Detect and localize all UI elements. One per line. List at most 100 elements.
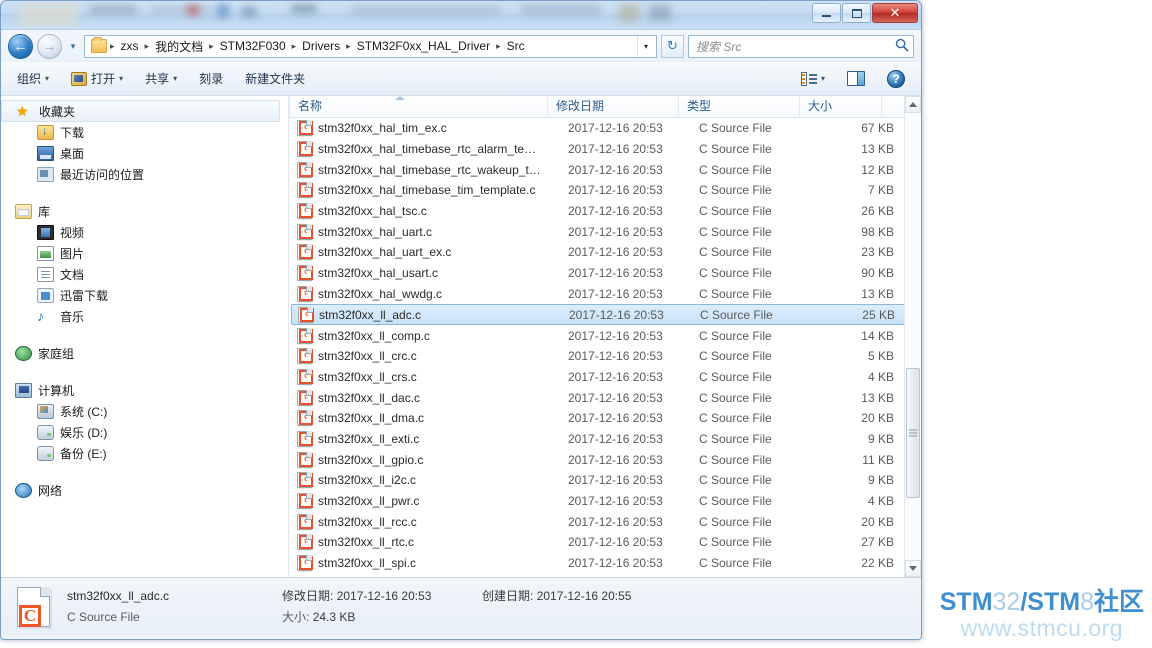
vertical-scrollbar[interactable] bbox=[904, 96, 921, 577]
network-icon bbox=[15, 483, 32, 498]
table-row[interactable]: stm32f0xx_hal_wwdg.c 2017-12-16 20:53 C So… bbox=[289, 284, 921, 305]
preview-pane-button[interactable] bbox=[837, 66, 875, 91]
details-row-2: C Source File 大小: 24.3 KB bbox=[67, 607, 631, 628]
downloads-icon bbox=[37, 125, 54, 140]
scrollbar-thumb[interactable] bbox=[906, 368, 920, 498]
column-header-size[interactable]: 大小 bbox=[799, 95, 881, 117]
details-text: stm32f0xx_ll_adc.c 修改日期: 2017-12-16 20:5… bbox=[67, 586, 631, 628]
new-folder-button[interactable]: 新建文件夹 bbox=[235, 65, 315, 92]
organize-button[interactable]: 组织 ▾ bbox=[7, 65, 59, 92]
table-row[interactable]: stm32f0xx_ll_comp.c 2017-12-16 20:53 C Sou… bbox=[289, 325, 921, 346]
cell-file-type: C Source File bbox=[699, 286, 772, 301]
minimize-button[interactable] bbox=[812, 3, 841, 23]
sidebar-item-pictures[interactable]: 图片 bbox=[1, 243, 288, 264]
cell-file-type: C Source File bbox=[699, 245, 772, 260]
address-dropdown-button[interactable]: ▾ bbox=[637, 35, 654, 57]
cell-file-size: 13 KB bbox=[861, 286, 894, 301]
title-bar[interactable]: ✕ bbox=[1, 1, 921, 30]
view-icon-line-1 bbox=[808, 73, 817, 76]
breadcrumb-item-1[interactable]: 我的文档 bbox=[150, 36, 208, 57]
recent-pages-button[interactable]: ▾ bbox=[66, 41, 80, 52]
title-blur-1 bbox=[19, 3, 77, 27]
c-source-file-icon bbox=[297, 223, 313, 240]
table-row[interactable]: stm32f0xx_hal_timebase_rtc_wakeup_t… 2017… bbox=[289, 159, 921, 180]
table-row[interactable]: stm32f0xx_ll_crc.c 2017-12-16 20:53 C Sour… bbox=[289, 346, 921, 367]
address-bar[interactable]: ▸ zxs ▸ 我的文档 ▸ STM32F030 ▸ Drivers ▸ STM… bbox=[84, 34, 657, 58]
sidebar-item-documents[interactable]: 文档 bbox=[1, 264, 288, 285]
table-row[interactable]: stm32f0xx_ll_rtc.c 2017-12-16 20:53 C Sour… bbox=[289, 532, 921, 553]
table-row[interactable]: stm32f0xx_ll_dma.c 2017-12-16 20:53 C Sour… bbox=[289, 408, 921, 429]
folder-icon bbox=[91, 37, 107, 53]
sidebar-group-libraries[interactable]: 库 bbox=[1, 201, 288, 222]
share-label: 共享 bbox=[145, 72, 170, 86]
sidebar-item-downloads[interactable]: 下载 bbox=[1, 122, 288, 143]
sidebar-item-thunder-download[interactable]: 迅雷下载 bbox=[1, 285, 288, 306]
column-header-name[interactable]: 名称 bbox=[289, 95, 547, 117]
sidebar-group-label: 库 bbox=[38, 205, 51, 219]
table-row[interactable]: stm32f0xx_hal_timebase_rtc_alarm_te… 2017… bbox=[289, 139, 921, 160]
star-icon: ★ bbox=[16, 102, 29, 119]
breadcrumb-item-0[interactable]: zxs bbox=[116, 37, 144, 55]
help-button[interactable]: ? bbox=[877, 65, 915, 93]
table-row[interactable]: stm32f0xx_ll_i2c.c 2017-12-16 20:53 C Sour… bbox=[289, 470, 921, 491]
table-row[interactable]: stm32f0xx_hal_tim_ex.c 2017-12-16 20:53 C … bbox=[289, 118, 921, 139]
cell-file-type: C Source File bbox=[699, 266, 772, 281]
scroll-down-button[interactable] bbox=[905, 560, 921, 577]
sidebar-item-recent-places[interactable]: 最近访问的位置 bbox=[1, 164, 288, 185]
open-button[interactable]: 打开 ▾ bbox=[61, 65, 133, 92]
details-row-1: stm32f0xx_ll_adc.c 修改日期: 2017-12-16 20:5… bbox=[67, 586, 631, 607]
breadcrumb-item-4[interactable]: STM32F0xx_HAL_Driver bbox=[352, 37, 495, 55]
breadcrumb-item-5[interactable]: Src bbox=[502, 37, 530, 55]
maximize-button[interactable] bbox=[842, 3, 871, 23]
sidebar-item-drive-d[interactable]: 娱乐 (D:) bbox=[1, 422, 288, 443]
scrollbar-track[interactable] bbox=[905, 113, 921, 560]
sidebar-item-drive-c[interactable]: 系统 (C:) bbox=[1, 401, 288, 422]
sidebar-group-homegroup[interactable]: 家庭组 bbox=[1, 343, 288, 364]
table-row[interactable]: stm32f0xx_ll_dac.c 2017-12-16 20:53 C Sour… bbox=[289, 387, 921, 408]
burn-button[interactable]: 刻录 bbox=[189, 65, 233, 92]
column-header-date[interactable]: 修改日期 bbox=[547, 95, 678, 117]
scroll-up-button[interactable] bbox=[905, 96, 921, 113]
sidebar-group-network[interactable]: 网络 bbox=[1, 480, 288, 501]
close-button[interactable]: ✕ bbox=[872, 3, 918, 23]
table-row[interactable]: stm32f0xx_ll_exti.c 2017-12-16 20:53 C Sou… bbox=[289, 429, 921, 450]
table-row[interactable]: stm32f0xx_hal_timebase_tim_template.c 201… bbox=[289, 180, 921, 201]
table-row[interactable]: stm32f0xx_ll_pwr.c 2017-12-16 20:53 C Sour… bbox=[289, 491, 921, 512]
sidebar-item-desktop[interactable]: 桌面 bbox=[1, 143, 288, 164]
share-button[interactable]: 共享 ▾ bbox=[135, 65, 187, 92]
sidebar-item-drive-e[interactable]: 备份 (E:) bbox=[1, 443, 288, 464]
change-view-button[interactable]: ▾ bbox=[791, 67, 835, 91]
table-row[interactable]: stm32f0xx_hal_usart.c 2017-12-16 20:53 C S… bbox=[289, 263, 921, 284]
table-row[interactable]: stm32f0xx_ll_gpio.c 2017-12-16 20:53 C Sou… bbox=[289, 449, 921, 470]
table-row[interactable]: stm32f0xx_ll_rcc.c 2017-12-16 20:53 C Sour… bbox=[289, 511, 921, 532]
back-button[interactable]: ← bbox=[8, 33, 33, 59]
cell-file-name: stm32f0xx_ll_spi.c bbox=[318, 556, 417, 571]
cell-modified-date: 2017-12-16 20:53 bbox=[568, 142, 663, 157]
table-row[interactable]: stm32f0xx_hal_tsc.c 2017-12-16 20:53 C Sou… bbox=[289, 201, 921, 222]
table-row[interactable]: stm32f0xx_ll_spi.c 2017-12-16 20:53 C Sour… bbox=[289, 553, 921, 574]
c-source-file-icon bbox=[297, 161, 313, 178]
search-input[interactable]: 搜索 Src bbox=[696, 38, 895, 55]
homegroup-icon bbox=[15, 346, 32, 361]
refresh-button[interactable]: ↻ bbox=[661, 34, 684, 58]
table-row[interactable]: stm32f0xx_hal_uart_ex.c 2017-12-16 20:53 C… bbox=[289, 242, 921, 263]
table-row[interactable]: stm32f0xx_ll_crs.c 2017-12-16 20:53 C Sour… bbox=[289, 367, 921, 388]
search-box[interactable]: 搜索 Src bbox=[688, 34, 914, 58]
table-row[interactable]: stm32f0xx_ll_adc.c 2017-12-16 20:53 C Sour… bbox=[291, 304, 919, 326]
table-row[interactable]: stm32f0xx_hal_uart.c 2017-12-16 20:53 C So… bbox=[289, 221, 921, 242]
cell-modified-date: 2017-12-16 20:53 bbox=[568, 245, 663, 260]
sidebar-item-music[interactable]: ♪ 音乐 bbox=[1, 306, 288, 327]
cell-file-size: 20 KB bbox=[861, 514, 894, 529]
command-bar: 组织 ▾ 打开 ▾ 共享 ▾ 刻录 新建文件夹 ▾ ? bbox=[1, 62, 921, 96]
column-header-type[interactable]: 类型 bbox=[678, 95, 799, 117]
c-source-file-icon bbox=[297, 513, 313, 530]
sidebar-item-videos[interactable]: 视频 bbox=[1, 222, 288, 243]
breadcrumb-item-3[interactable]: Drivers bbox=[297, 37, 345, 55]
cell-file-name: stm32f0xx_hal_tim_ex.c bbox=[318, 121, 447, 136]
sidebar-group-favorites[interactable]: ★ 收藏夹 bbox=[1, 100, 280, 122]
breadcrumb-item-2[interactable]: STM32F030 bbox=[215, 37, 291, 55]
title-blur-10 bbox=[619, 4, 639, 22]
forward-button[interactable]: → bbox=[37, 33, 62, 59]
sidebar-group-computer[interactable]: 计算机 bbox=[1, 380, 288, 401]
